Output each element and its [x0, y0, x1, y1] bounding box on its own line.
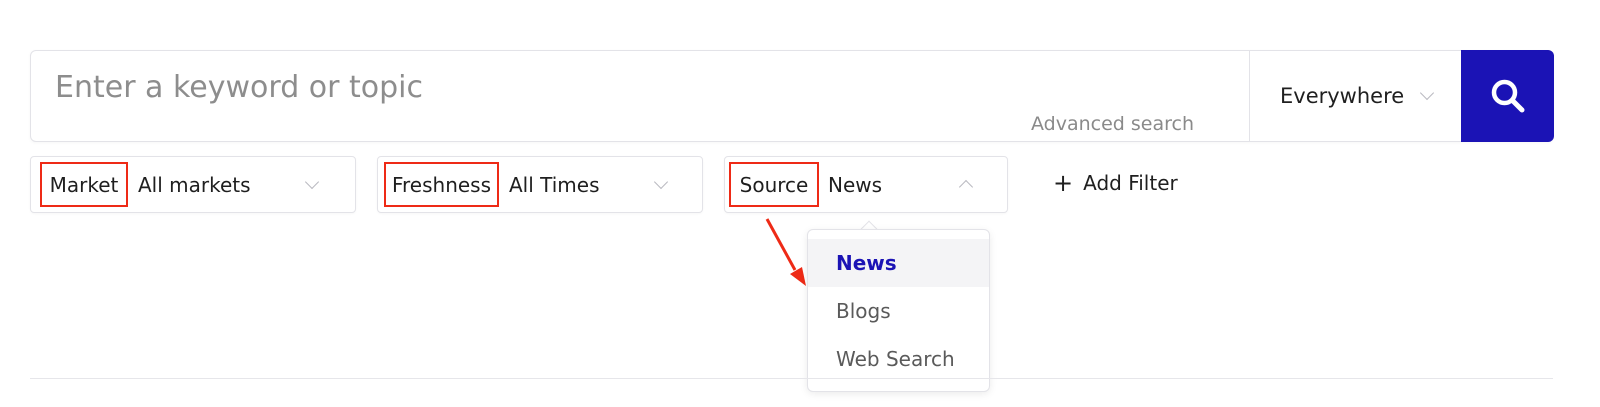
annotation-arrow — [765, 218, 806, 286]
divider — [30, 378, 1553, 379]
source-dropdown: News Blogs Web Search — [807, 229, 990, 392]
source-option-web-search[interactable]: Web Search — [808, 335, 989, 383]
source-option-news[interactable]: News — [808, 239, 989, 287]
source-option-blogs[interactable]: Blogs — [808, 287, 989, 335]
